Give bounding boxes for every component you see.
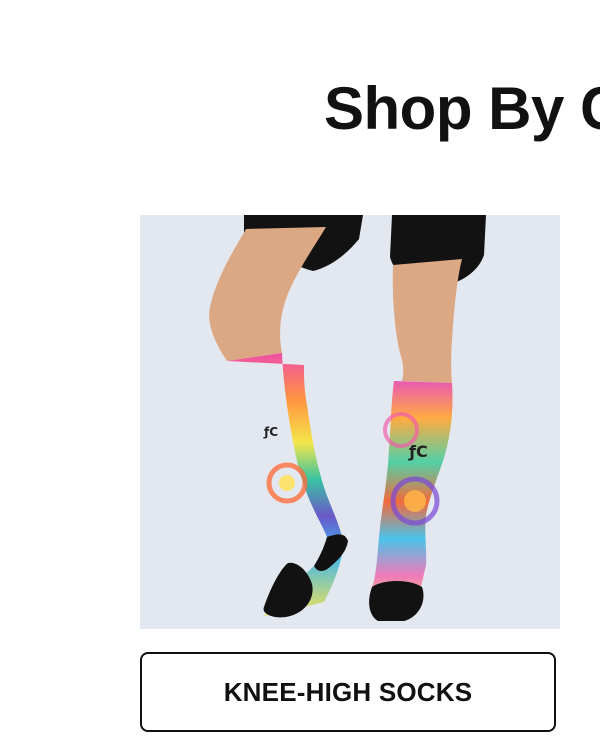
leg-left-skin-shape: [209, 227, 326, 361]
left-toe-shape: [263, 562, 313, 618]
shop-by-category-section: Shop By C ƒC ƒC KNEE-HIGH SOCKS: [0, 0, 600, 736]
knee-high-socks-button-label: KNEE-HIGH SOCKS: [223, 676, 473, 707]
category-image-knee-high-socks[interactable]: ƒC ƒC: [140, 215, 560, 629]
left-heel-shape: [314, 534, 348, 571]
brand-logo-icon: ƒC: [408, 442, 428, 461]
knee-high-socks-button[interactable]: KNEE-HIGH SOCKS: [140, 652, 556, 732]
leg-right-skin-shape: [392, 259, 462, 383]
right-toe-shape: [369, 581, 424, 621]
brand-logo-icon: ƒC: [263, 425, 278, 439]
section-title: Shop By C: [324, 75, 600, 142]
